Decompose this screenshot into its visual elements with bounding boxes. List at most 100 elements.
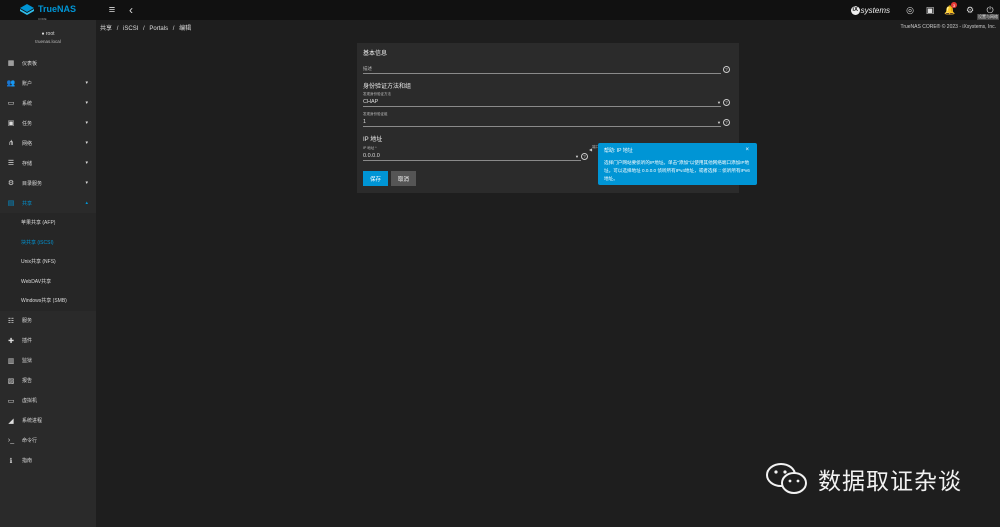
- sidebar-item-reporting[interactable]: ▨ 报告: [0, 371, 96, 391]
- help-icon[interactable]: ?: [723, 99, 730, 106]
- tooltip-body: 选择门户网站要侦听的IP地址。单击"添加"以使用其他网络端口添加IP地址。可以选…: [604, 160, 750, 181]
- sidebar-item-label: 指南: [22, 458, 33, 464]
- sidebar-item-label: 目录服务: [22, 180, 43, 187]
- dashboard-icon: ▦: [7, 60, 15, 67]
- sidebar-item-guide[interactable]: ℹ 指南: [0, 451, 96, 471]
- chevron-down-icon: ▾: [85, 180, 88, 186]
- sidebar-item-dashboard[interactable]: ▦ 仪表板: [0, 53, 96, 73]
- task-manager-icon[interactable]: ▣: [920, 0, 940, 20]
- notifications-icon[interactable]: 🔔 3: [940, 0, 960, 20]
- wechat-icon: [766, 463, 807, 494]
- sidebar-item-label: 任务: [22, 120, 33, 127]
- auth-method-label: 发现身份验证方法: [363, 92, 391, 96]
- brand-name: TrueNAS: [38, 4, 77, 14]
- breadcrumb-item[interactable]: iSCSI: [123, 26, 138, 32]
- sidebar-subitem-iscsi[interactable]: 块共享 (iSCSI): [0, 232, 96, 252]
- breadcrumb-separator: /: [143, 25, 145, 32]
- auth-group-select[interactable]: 发现身份验证组 1: [363, 112, 721, 127]
- help-icon[interactable]: ?: [723, 66, 730, 73]
- user-name: ● root: [41, 31, 55, 37]
- close-icon[interactable]: ×: [745, 147, 749, 153]
- sidebar-item-plugins[interactable]: ✚ 插件: [0, 331, 96, 351]
- chevron-left-icon[interactable]: ‹: [124, 3, 138, 17]
- sidebar-item-storage[interactable]: ☰ 存储 ▾: [0, 153, 96, 173]
- sidebar-item-services[interactable]: ☷ 服务: [0, 311, 96, 331]
- ixsystems-logo[interactable]: iX systems: [850, 5, 890, 15]
- sidebar-subitem-afp[interactable]: 苹果共享 (AFP): [0, 213, 96, 233]
- auth-method-value: CHAP: [363, 99, 379, 105]
- brand-logo[interactable]: TrueNAS CORE: [0, 0, 96, 21]
- help-icon[interactable]: ?: [581, 153, 588, 160]
- sidebar-item-label: 报告: [22, 378, 33, 384]
- sidebar-item-label: 仪表板: [22, 60, 38, 67]
- sidebar-item-label: 命令行: [22, 438, 38, 444]
- chevron-down-icon[interactable]: ▼: [717, 120, 721, 125]
- calendar-icon: ▣: [7, 120, 15, 127]
- help-tooltip: 帮助: IP 地址 × 选择门户网站要侦听的IP地址。单击"添加"以使用其他网络…: [598, 143, 757, 185]
- sidebar-subitem-smb[interactable]: Windows共享 (SMB): [0, 291, 96, 311]
- menu-icon[interactable]: ≡: [105, 4, 119, 16]
- user-icon: ●: [41, 31, 45, 37]
- sidebar-item-label: 账户: [22, 80, 33, 87]
- description-label: 描述: [363, 66, 372, 71]
- info-icon: ℹ: [9, 457, 13, 465]
- breadcrumb-current: 编辑: [179, 25, 192, 32]
- user-info: ● root truenas.local: [0, 20, 96, 53]
- tune-icon: ☷: [7, 317, 15, 325]
- sidebar-item-sharing[interactable]: ▤ 共享 ▴: [0, 193, 96, 213]
- console-icon: ›_: [7, 437, 15, 444]
- tooltip-pointer-icon: ◀: [589, 147, 593, 152]
- copyright: TrueNAS CORE® © 2023 - iXsystems, Inc.: [900, 24, 996, 30]
- breadcrumb-item[interactable]: 共享: [100, 26, 112, 32]
- save-button[interactable]: 保存: [363, 171, 388, 186]
- section-title-ip: IP 地址: [363, 137, 383, 143]
- chevron-down-icon[interactable]: ▼: [717, 100, 721, 105]
- section-title-basic: 基本信息: [363, 51, 388, 57]
- watermark-text: 数据取证杂谈: [818, 468, 962, 494]
- notification-badge: 3: [951, 2, 957, 8]
- chevron-up-icon: ▴: [85, 200, 88, 206]
- sidebar-item-label: 监狱: [22, 358, 33, 364]
- sidebar-item-label: 存储: [22, 160, 33, 167]
- auth-method-select[interactable]: 发现身份验证方法 CHAP: [363, 92, 721, 107]
- sidebar-item-label: 虚拟机: [22, 398, 38, 404]
- chevron-down-icon: ▾: [85, 80, 88, 86]
- chart-icon: ▨: [7, 377, 15, 385]
- network-check-icon: ◢: [8, 417, 14, 425]
- watermark: 数据取证杂谈: [766, 462, 962, 496]
- ip-address-value: 0.0.0.0: [363, 153, 380, 159]
- ip-address-select[interactable]: IP 地址 * 0.0.0.0: [363, 146, 581, 161]
- chevron-down-icon: ▾: [85, 100, 88, 106]
- directory-icon: ⚙: [7, 180, 15, 187]
- sidebar-item-label: 共享: [22, 200, 33, 207]
- sidebar-item-vms[interactable]: ▭ 虚拟机: [0, 391, 96, 411]
- sidebar-item-directory-services[interactable]: ⚙ 目录服务 ▾: [0, 173, 96, 193]
- sidebar-subitem-nfs[interactable]: Unix共享 (NFS): [0, 252, 96, 272]
- sidebar-item-label: 服务: [22, 318, 33, 324]
- top-bar: TrueNAS CORE ≡ ‹ iX systems ◎ ▣ 🔔 3 ⚙ ⏻ …: [0, 0, 1000, 21]
- help-icon[interactable]: ?: [723, 119, 730, 126]
- sidebar-item-jails[interactable]: ▥ 监狱: [0, 351, 96, 371]
- host-name: truenas.local: [35, 39, 61, 44]
- computer-icon: ▭: [7, 100, 15, 107]
- sidebar-item-accounts[interactable]: 👥 账户 ▾: [0, 73, 96, 93]
- top-right-toolbar: iX systems ◎ ▣ 🔔 3 ⚙ ⏻ 设置与网络: [850, 0, 1000, 20]
- sidebar-item-system[interactable]: ▭ 系统 ▾: [0, 93, 96, 113]
- sidebar-item-label: 系统: [22, 100, 33, 107]
- chevron-down-icon: ▾: [85, 140, 88, 146]
- sidebar-item-label: 系统进程: [22, 418, 43, 424]
- section-title-auth: 身份验证方法和组: [363, 84, 412, 90]
- cancel-button[interactable]: 取消: [391, 171, 416, 186]
- chevron-down-icon[interactable]: ▼: [575, 154, 579, 159]
- sidebar-item-shell[interactable]: ›_ 命令行: [0, 431, 96, 451]
- truecommand-icon[interactable]: ◎: [900, 0, 920, 20]
- sidebar-item-network[interactable]: ⋔ 网络 ▾: [0, 133, 96, 153]
- sidebar-item-processes[interactable]: ◢ 系统进程: [0, 411, 96, 431]
- breadcrumb-separator: /: [116, 25, 119, 32]
- breadcrumb-separator: /: [172, 25, 175, 32]
- sidebar-item-tasks[interactable]: ▣ 任务 ▾: [0, 113, 96, 133]
- description-field[interactable]: 描述: [363, 65, 721, 74]
- laptop-icon: ▭: [7, 397, 15, 405]
- sidebar-subitem-webdav[interactable]: WebDAV共享: [0, 271, 96, 291]
- breadcrumb-item[interactable]: Portals: [149, 26, 168, 32]
